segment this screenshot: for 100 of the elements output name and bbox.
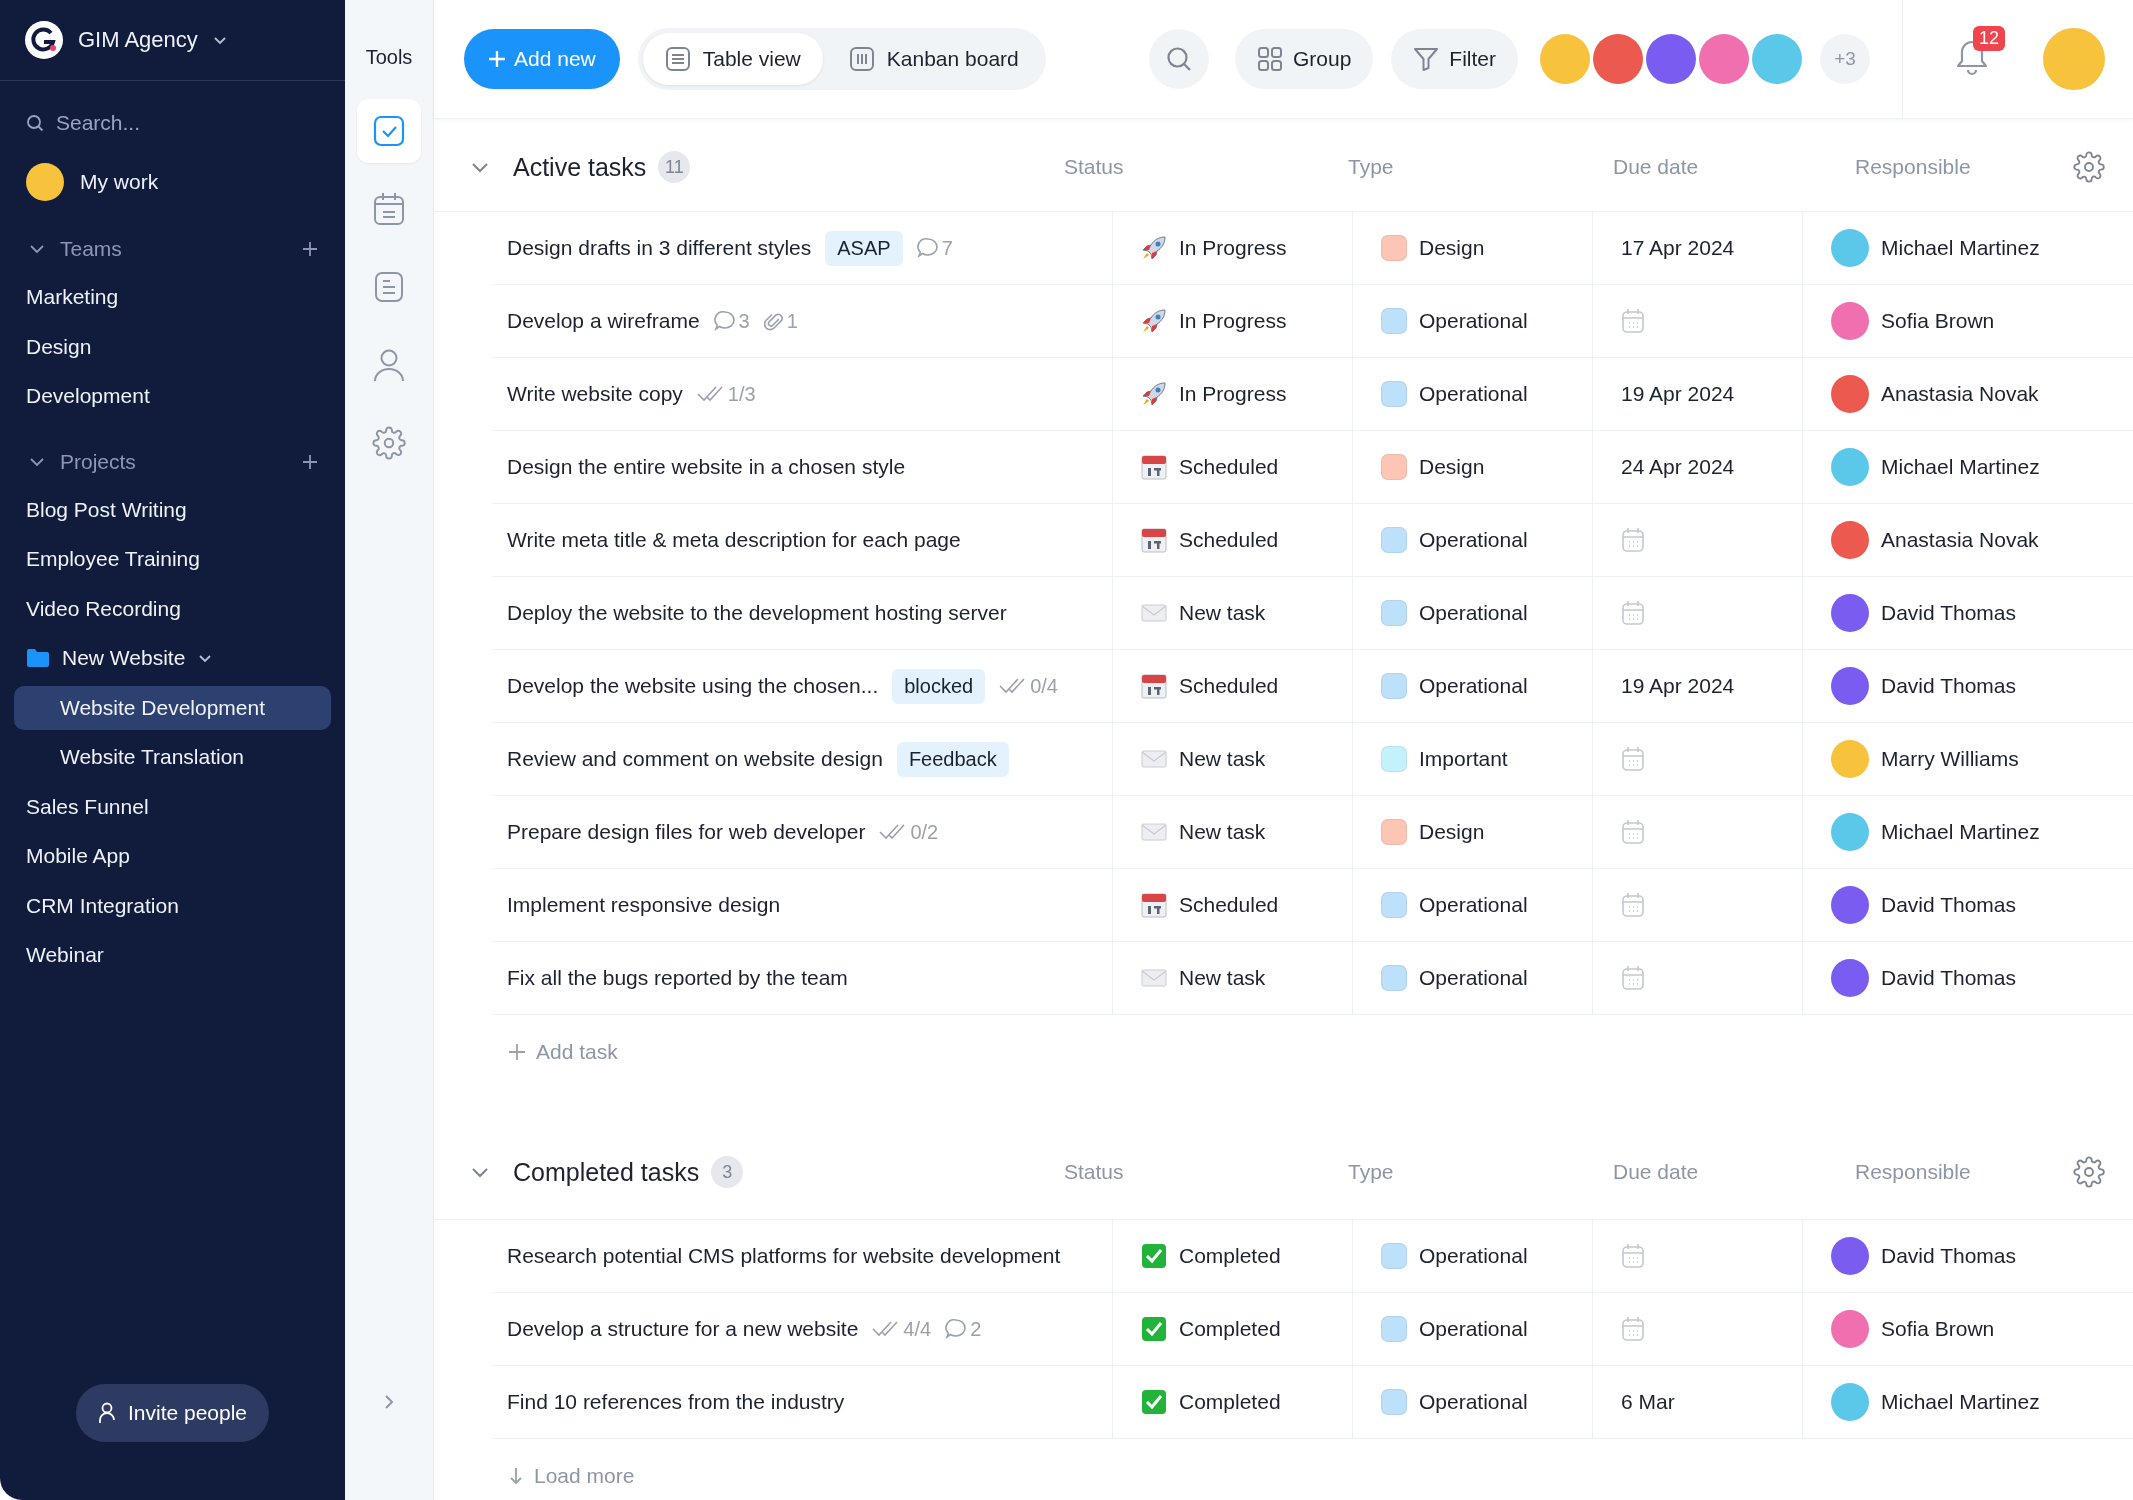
sidebar-item[interactable]: CRM Integration — [0, 883, 331, 928]
person-icon — [97, 1402, 116, 1424]
calendar-icon[interactable] — [1621, 1243, 1645, 1269]
responsible-name: Michael Martinez — [1881, 820, 2040, 844]
calendar-icon[interactable] — [1621, 1316, 1645, 1342]
task-title[interactable]: Develop a wireframe — [507, 309, 700, 333]
view-tab[interactable]: Table view — [642, 33, 823, 85]
status-label: Scheduled — [1179, 528, 1279, 552]
member-avatar[interactable] — [1699, 34, 1749, 84]
calendar-icon[interactable] — [1621, 965, 1645, 991]
responsible-name: David Thomas — [1881, 674, 2016, 698]
calendar-icon — [1141, 673, 1167, 699]
task-title[interactable]: Write website copy — [507, 382, 683, 406]
type-label: Design — [1419, 236, 1485, 260]
task-title[interactable]: Prepare design files for web developer — [507, 820, 866, 844]
sidebar-item[interactable]: New Website — [0, 636, 331, 680]
checkmark-icon — [1141, 1389, 1167, 1415]
envelope-icon — [1141, 822, 1167, 842]
calendar-icon[interactable] — [1621, 892, 1645, 918]
settings-icon[interactable] — [2073, 1156, 2105, 1188]
due-date: 19 Apr 2024 — [1621, 674, 1735, 698]
calendar-icon[interactable] — [1621, 819, 1645, 845]
task-tag: blocked — [892, 668, 986, 704]
task-title[interactable]: Write meta title & meta description for each page — [507, 528, 961, 552]
due-date: 6 Mar — [1621, 1390, 1675, 1414]
status-label: Completed — [1179, 1317, 1281, 1341]
task-title[interactable]: Fix all the bugs reported by the team — [507, 966, 848, 990]
search-field[interactable]: Search... — [54, 110, 308, 136]
calendar-icon[interactable] — [1621, 746, 1645, 772]
avatar — [26, 163, 64, 201]
task-title[interactable]: Develop the website using the chosen... — [507, 674, 879, 698]
member-avatar[interactable] — [1593, 34, 1643, 84]
responsible-name: Sofia Brown — [1881, 309, 1995, 333]
sidebar-item[interactable]: Design — [0, 324, 331, 369]
checkmark-icon — [1141, 1316, 1167, 1342]
calendar-icon[interactable] — [1621, 527, 1645, 553]
envelope-icon — [1141, 968, 1167, 988]
sidebar-item[interactable]: Development — [0, 374, 331, 418]
plus-icon — [508, 1043, 526, 1061]
task-title[interactable]: Design the entire website in a chosen style — [507, 455, 906, 479]
double-check-icon — [999, 677, 1028, 695]
type-label: Operational — [1419, 528, 1528, 552]
list-icon — [664, 46, 691, 72]
task-tag: ASAP — [825, 230, 903, 266]
responsible-name: Anastasia Novak — [1881, 528, 2039, 552]
task-title[interactable]: Develop a structure for a new website — [507, 1317, 859, 1341]
grid-icon — [1256, 46, 1283, 72]
comment-icon — [945, 1318, 968, 1340]
type-label: Operational — [1419, 1244, 1528, 1268]
sidebar-item[interactable]: Website Development — [14, 685, 331, 730]
task-title[interactable]: Review and comment on website design — [507, 747, 883, 771]
calendar-icon[interactable] — [1621, 308, 1645, 334]
meta-count: 2 — [970, 1317, 982, 1341]
checkmark-icon — [1141, 1243, 1167, 1269]
meta-count: 7 — [941, 236, 953, 260]
sidebar-item[interactable]: Blog Post Writing — [0, 487, 331, 532]
responsible-name: David Thomas — [1881, 601, 2016, 625]
responsible-name: David Thomas — [1881, 1244, 2016, 1268]
sidebar-item[interactable]: Employee Training — [0, 537, 331, 581]
person-icon — [373, 348, 405, 382]
invite-button[interactable]: Invite people — [75, 1384, 270, 1442]
task-title[interactable]: Find 10 references from the industry — [507, 1390, 845, 1414]
type-label: Design — [1419, 455, 1485, 479]
view-tab[interactable]: Kanban board — [826, 33, 1041, 85]
plus-icon[interactable] — [301, 452, 319, 471]
double-check-icon — [696, 385, 725, 403]
calendar-icon — [373, 192, 405, 226]
sidebar-item[interactable]: Mobile App — [0, 834, 331, 878]
tasks-tool-button[interactable] — [357, 99, 421, 163]
sidebar-item[interactable]: Video Recording — [0, 586, 331, 631]
columns-icon — [848, 46, 875, 72]
settings-icon[interactable] — [2073, 151, 2105, 183]
sidebar-item[interactable]: Marketing — [0, 275, 331, 319]
column-header: Type — [1348, 1160, 1395, 1184]
task-title[interactable]: Research potential CMS platforms for website development — [507, 1244, 1061, 1268]
sidebar-item[interactable]: Webinar — [0, 933, 331, 977]
due-date: 24 Apr 2024 — [1621, 455, 1735, 479]
member-avatar[interactable] — [1646, 34, 1696, 84]
task-title[interactable]: Design drafts in 3 different styles — [507, 236, 812, 260]
task-title[interactable]: Implement responsive design — [507, 893, 781, 917]
double-check-icon — [872, 1320, 901, 1338]
rocket-icon — [1141, 308, 1167, 334]
responsible-name: Anastasia Novak — [1881, 382, 2039, 406]
group-button[interactable]: Group — [1234, 29, 1374, 89]
column-header: Status — [1064, 1160, 1125, 1184]
comment-icon — [713, 310, 736, 332]
workspace-name[interactable]: GIM Agency — [78, 27, 198, 53]
tools-heading: Tools — [365, 46, 413, 69]
type-label: Operational — [1419, 674, 1528, 698]
member-avatar[interactable] — [1752, 34, 1802, 84]
status-label: New task — [1179, 966, 1266, 990]
sidebar-item[interactable]: Website Translation — [14, 735, 331, 779]
calendar-icon — [1141, 892, 1167, 918]
filter-button[interactable]: Filter — [1391, 29, 1518, 89]
task-title[interactable]: Deploy the website to the development hosting server — [507, 601, 1007, 625]
calendar-icon[interactable] — [1621, 600, 1645, 626]
my-work-item[interactable]: My work — [0, 153, 345, 211]
plus-icon[interactable] — [301, 240, 319, 258]
sidebar-item[interactable]: Sales Funnel — [0, 784, 331, 829]
responsible-name: Sofia Brown — [1881, 1317, 1995, 1341]
